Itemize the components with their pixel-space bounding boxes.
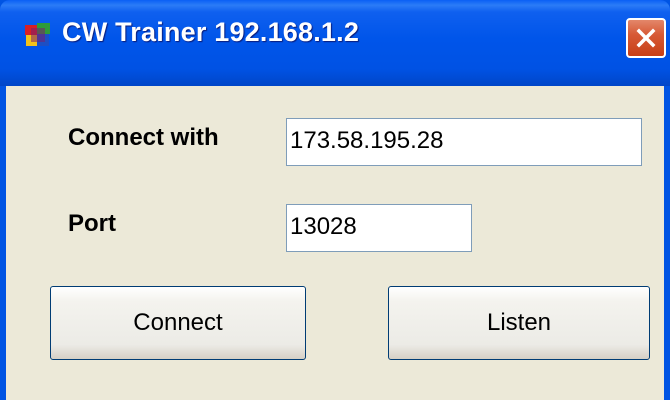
app-window: CW Trainer 192.168.1.2 Connect with 173.… xyxy=(0,0,670,400)
connect-button[interactable]: Connect xyxy=(50,286,306,360)
window-title: CW Trainer 192.168.1.2 xyxy=(62,17,360,47)
connect-with-input[interactable]: 173.58.195.28 xyxy=(286,118,642,166)
port-label: Port xyxy=(68,210,116,237)
app-icon xyxy=(24,22,52,48)
title-bar[interactable]: CW Trainer 192.168.1.2 xyxy=(0,0,670,86)
close-button[interactable] xyxy=(626,18,666,58)
dialog-body: Connect with 173.58.195.28 Port 13028 Co… xyxy=(6,86,664,400)
connect-with-label: Connect with xyxy=(68,124,219,151)
port-input[interactable]: 13028 xyxy=(286,204,472,252)
listen-button[interactable]: Listen xyxy=(388,286,650,360)
